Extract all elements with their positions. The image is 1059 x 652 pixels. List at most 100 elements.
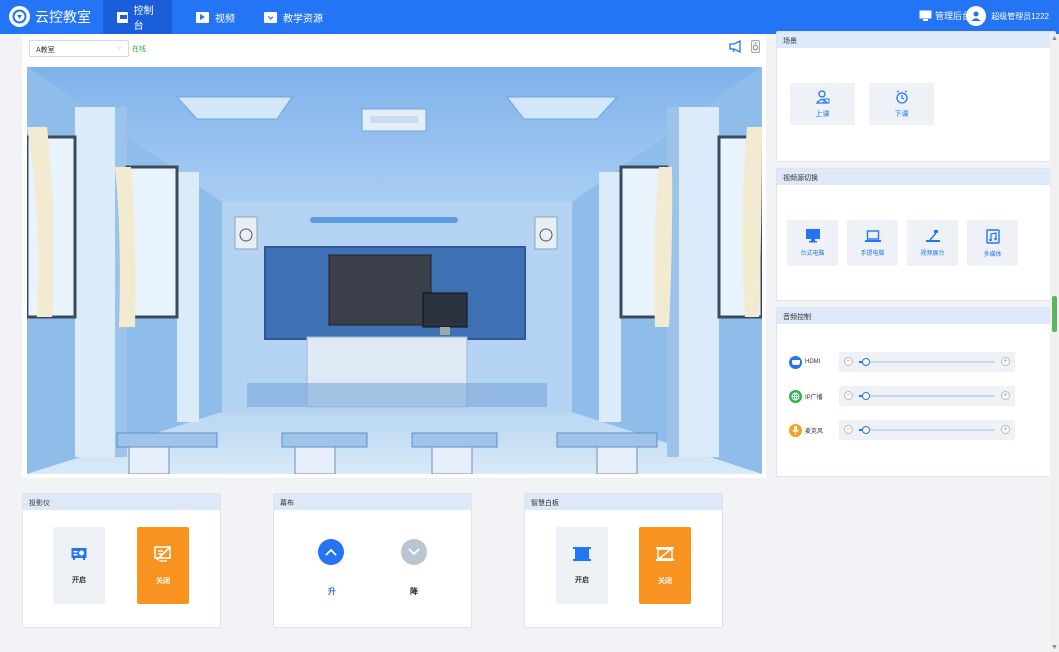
slider-track[interactable] [859, 392, 995, 400]
chevron-down-icon: ⌵ [116, 44, 122, 51]
projector-on-label: 开启 [72, 576, 86, 584]
audio-hdmi-slider[interactable]: − + [839, 352, 1015, 372]
app-logo[interactable]: 云控教室 [9, 6, 91, 27]
audio-mic-label: 麦克风 [805, 428, 824, 435]
scene-class-end-button[interactable]: 下课 [869, 83, 934, 125]
class-icon [815, 89, 829, 104]
video-source-panel: 视频源切换 台式电脑 手提电脑 视频展台 多媒体 [776, 168, 1056, 301]
nav-console-label: 控制台 [133, 6, 154, 32]
top-bar: 云控教室 控制台 视频 教学资源 管理后台 超级管理员1222 [0, 0, 1059, 34]
whiteboard-off-icon [656, 546, 674, 561]
source-multimedia-button[interactable]: 多媒体 [967, 220, 1018, 266]
volume-increase-button[interactable]: + [1001, 357, 1010, 366]
classroom-view-card: A教室 ⌵ 在线 [22, 34, 766, 478]
volume-decrease-button[interactable]: − [844, 425, 853, 434]
screen-panel: 幕布 升 降 [273, 493, 472, 628]
classroom-select[interactable]: A教室 ⌵ [29, 40, 129, 57]
scroll-up-icon[interactable]: ▲ [1051, 35, 1058, 42]
user-menu[interactable]: 超级管理员1222 [966, 6, 1049, 26]
monitor-icon [117, 11, 128, 23]
screen-title: 幕布 [274, 494, 471, 510]
alarm-clock-icon [895, 89, 908, 104]
audio-ip-label-group: IP广播 [789, 389, 839, 403]
audio-row-ip-broadcast: IP广播 − + [789, 386, 1017, 406]
screen-down-button[interactable] [401, 539, 427, 565]
scene-panel: 场景 上课 下课 [776, 31, 1056, 162]
volume-increase-button[interactable]: + [1001, 425, 1010, 434]
slider-track[interactable] [859, 358, 995, 366]
nav-resources[interactable]: 教学资源 [250, 0, 337, 34]
scene-class-end-label: 下课 [894, 110, 909, 118]
whiteboard-on-button[interactable]: 开启 [556, 527, 608, 604]
scroll-down-icon[interactable]: ▼ [1051, 644, 1058, 651]
whiteboard-panel: 智慧白板 开启 关闭 [524, 493, 723, 628]
toolbar-icons [729, 40, 760, 53]
source-laptop-label: 手提电脑 [860, 251, 885, 257]
whiteboard-off-button[interactable]: 关闭 [639, 527, 691, 604]
audio-hdmi-label: HDMI [805, 359, 821, 365]
video-source-title: 视频源切换 [777, 169, 1055, 185]
audio-panel: 音频控制 HDMI − + IP广播 − + 麦克风 − + [776, 307, 1056, 477]
source-desktop-label: 台式电脑 [800, 251, 825, 257]
source-multimedia-label: 多媒体 [983, 251, 1002, 258]
user-name: 超级管理员1222 [991, 11, 1049, 21]
screen-up-label: 升 [328, 587, 336, 596]
slider-handle[interactable] [861, 392, 870, 400]
audio-mic-slider[interactable]: − + [839, 420, 1015, 440]
nav-video-label: 视频 [215, 13, 235, 25]
admin-link[interactable]: 管理后台 [919, 9, 971, 22]
volume-increase-button[interactable]: + [1001, 391, 1010, 400]
microphone-icon [789, 423, 802, 437]
audio-hdmi-label-group: HDMI [789, 355, 839, 369]
laptop-icon [864, 230, 881, 242]
screen-down-label: 降 [410, 587, 418, 596]
source-visualizer-button[interactable]: 视频展台 [907, 220, 958, 266]
chevron-up-icon [325, 548, 337, 556]
speaker-icon[interactable] [751, 40, 760, 53]
scene-title: 场景 [777, 32, 1055, 48]
online-status: 在线 [132, 46, 146, 53]
audio-row-hdmi: HDMI − + [789, 352, 1017, 372]
cloud-logo-icon [9, 6, 30, 27]
slider-track[interactable] [859, 426, 995, 434]
classroom-image [27, 67, 762, 474]
page-scrollbar[interactable]: ▲ ▼ [1050, 34, 1059, 652]
chevron-down-icon [408, 548, 420, 556]
projector-on-button[interactable]: 开启 [53, 527, 105, 604]
play-icon [196, 11, 209, 23]
source-visualizer-label: 视频展台 [920, 251, 945, 257]
avatar [966, 6, 987, 26]
nav-video[interactable]: 视频 [182, 0, 249, 34]
scrollbar-thumb[interactable] [1052, 296, 1057, 332]
globe-icon [789, 389, 802, 403]
broadcast-icon[interactable] [729, 40, 743, 53]
audio-ip-label: IP广播 [805, 394, 823, 401]
volume-decrease-button[interactable]: − [844, 357, 853, 366]
source-desktop-button[interactable]: 台式电脑 [787, 220, 838, 266]
resource-icon [264, 11, 277, 23]
whiteboard-icon [573, 546, 591, 561]
source-laptop-button[interactable]: 手提电脑 [847, 220, 898, 266]
user-avatar-icon [971, 11, 981, 21]
whiteboard-on-label: 开启 [575, 576, 589, 584]
projector-off-button[interactable]: 关闭 [137, 527, 189, 604]
scene-class-start-button[interactable]: 上课 [790, 83, 855, 125]
projector-off-icon [154, 545, 171, 562]
audio-ip-slider[interactable]: − + [839, 386, 1015, 406]
admin-monitor-icon [919, 10, 932, 21]
screen-up-button[interactable] [318, 539, 344, 565]
nav-console[interactable]: 控制台 [103, 0, 172, 34]
slider-handle[interactable] [861, 426, 870, 434]
projector-panel: 投影仪 开启 关闭 [22, 493, 221, 628]
scene-class-start-label: 上课 [815, 110, 830, 118]
whiteboard-off-label: 关闭 [658, 577, 672, 585]
volume-decrease-button[interactable]: − [844, 391, 853, 400]
projector-icon [71, 547, 87, 560]
app-title: 云控教室 [35, 8, 91, 25]
audio-row-microphone: 麦克风 − + [789, 420, 1017, 440]
slider-handle[interactable] [861, 358, 870, 366]
hdmi-icon [789, 355, 802, 369]
desktop-icon [805, 229, 820, 243]
projector-title: 投影仪 [23, 494, 220, 510]
audio-title: 音频控制 [777, 308, 1055, 324]
